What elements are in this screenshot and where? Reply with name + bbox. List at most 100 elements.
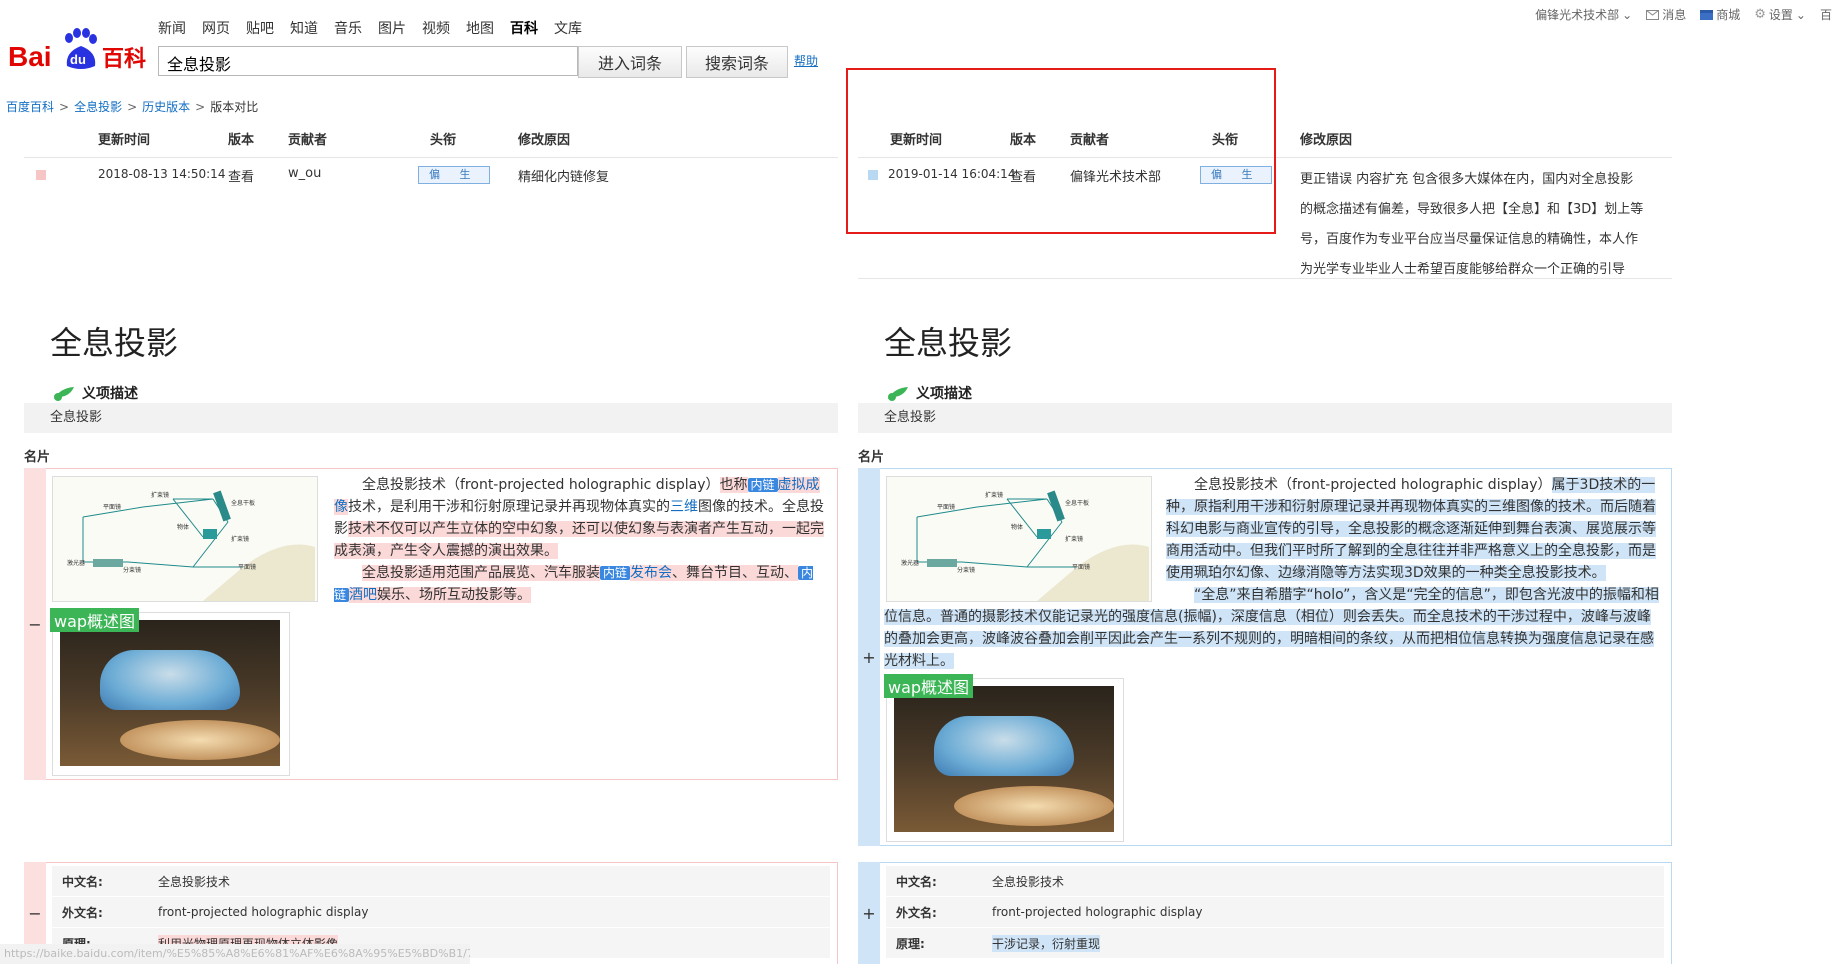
diagram-label: 扩束镜 — [985, 491, 1003, 499]
more-label: 百 — [1819, 8, 1832, 22]
highlight-box — [846, 68, 1276, 234]
info-row: 中文名: 全息投影技术 — [886, 866, 1664, 897]
diagram-label: 分束镜 — [957, 566, 975, 574]
optics-diagram-left: 平面镜 扩束镜 全息干板 物体 扩束镜 平面镜 分束镜 激光器 — [52, 476, 318, 602]
header-contributor-left: 贡献者 — [288, 133, 328, 148]
breadcrumb-baike[interactable]: 百度百科 — [6, 100, 54, 114]
info-gutter-right: + — [858, 862, 880, 964]
reason-right: 更正错误 内容扩充 包含很多大媒体在内，国内对全息投影 的概念描述有偏差，导致很多… — [1300, 165, 1680, 285]
info-row: 中文名: 全息投影技术 — [52, 866, 830, 897]
enter-entry-button[interactable]: 进入词条 — [578, 46, 682, 78]
divider — [858, 278, 1672, 279]
diagram-label: 激光器 — [901, 559, 919, 567]
nav-item-4[interactable]: 音乐 — [334, 18, 362, 38]
diagram-label: 激光器 — [67, 559, 85, 567]
info-key: 中文名: — [62, 874, 103, 889]
section-label: 义项描述 — [82, 386, 138, 402]
inner-link-tag[interactable]: 内链 — [600, 566, 631, 580]
gear-icon: ⚙ — [1754, 7, 1766, 22]
info-key: 原理: — [896, 936, 925, 951]
reason-line: 的概念描述有偏差，导致很多人把【全息】和【3D】划上等 — [1300, 202, 1644, 217]
diff-gutter-left: − — [24, 468, 46, 780]
messages-link[interactable]: 消息 — [1646, 6, 1686, 23]
nav-item-1[interactable]: 网页 — [202, 18, 230, 38]
shop-label: 商城 — [1716, 8, 1741, 22]
shop-icon — [1700, 9, 1714, 20]
info-table-right: 中文名: 全息投影技术 外文名: front-projected holographi… — [886, 866, 1664, 959]
diagram-label: 全息干板 — [1065, 499, 1089, 507]
diagram-label: 物体 — [1011, 523, 1023, 531]
shop-link[interactable]: 商城 — [1700, 6, 1740, 23]
info-row: 原理: 干涉记录，衍射重现 — [886, 928, 1664, 959]
nav-item-7[interactable]: 地图 — [466, 18, 494, 38]
car-hologram-photo — [894, 686, 1114, 832]
desc-bar-right: 全息投影 — [858, 403, 1672, 433]
logo-text-du: du — [70, 52, 86, 67]
more-link[interactable]: 百 — [1820, 6, 1832, 23]
wap-image-left: wap概述图 — [50, 608, 290, 776]
status-url-bar: https://baike.baidu.com/item/%E5%85%A8%E… — [0, 944, 470, 964]
version-color-swatch-left — [36, 170, 46, 180]
help-link[interactable]: 帮助 — [794, 52, 818, 69]
diagram-label: 扩束镜 — [151, 491, 169, 499]
info-value: 干涉记录，衍射重现 — [992, 934, 1101, 952]
search-entry-button[interactable]: 搜索词条 — [686, 46, 788, 78]
reason-left: 精细化内链修复 — [518, 170, 610, 185]
header-time-left: 更新时间 — [98, 133, 151, 148]
logo-text-bai: Bai — [8, 41, 52, 72]
info-value: 全息投影技术 — [158, 874, 231, 889]
usage-paragraph-left: 全息投影适用范围产品展览、汽车服装 内链 发布会、舞台节目、互动、 内链 酒吧娱乐、场所… — [334, 565, 814, 603]
diagram-label: 扩束镜 — [231, 535, 249, 543]
bar-link[interactable]: 酒吧 — [349, 587, 378, 603]
nav-item-5[interactable]: 图片 — [378, 18, 406, 38]
user-menu[interactable]: 偏锋光术技术部 ⌄ — [1535, 6, 1632, 23]
leaf-icon — [54, 387, 74, 401]
launch-event-link[interactable]: 发布会 — [630, 565, 673, 581]
reason-line: 号，百度作为专业平台应当尽量保证信息的精确性，本人作 — [1300, 232, 1639, 247]
top-nav: 新闻 网页 贴吧 知道 音乐 图片 视频 地图 百科 文库 — [158, 18, 582, 38]
header-reason-right: 修改原因 — [1300, 133, 1353, 148]
breadcrumb-history[interactable]: 历史版本 — [142, 100, 190, 114]
info-key: 中文名: — [896, 874, 937, 889]
nav-item-3[interactable]: 知道 — [290, 18, 318, 38]
view-version-left-link[interactable]: 查看 — [228, 166, 254, 185]
settings-label: 设置 — [1768, 8, 1793, 22]
inner-link-tag[interactable]: 内链 — [747, 478, 778, 492]
card-label-left: 名片 — [24, 450, 51, 465]
search-input[interactable]: 全息投影 — [158, 46, 578, 76]
diff-gutter-right: + — [858, 468, 880, 846]
object-block — [203, 529, 217, 539]
header-reason-left: 修改原因 — [518, 133, 571, 148]
header-version-left: 版本 — [228, 133, 255, 148]
diagram-label: 物体 — [177, 523, 189, 531]
section-title-right: 义项描述 — [886, 383, 972, 403]
breadcrumb-entry[interactable]: 全息投影 — [74, 100, 122, 114]
info-row: 外文名: front-projected holographic display — [886, 897, 1664, 928]
diagram-label: 平面镜 — [103, 503, 121, 511]
messages-label: 消息 — [1662, 8, 1687, 22]
nav-item-0[interactable]: 新闻 — [158, 18, 186, 38]
info-value: front-projected holographic display — [158, 905, 369, 919]
desc-bar-left: 全息投影 — [24, 403, 838, 433]
3d-link[interactable]: 三维 — [670, 499, 698, 515]
diagram-label: 分束镜 — [123, 566, 141, 574]
nav-item-2[interactable]: 贴吧 — [246, 18, 274, 38]
wap-overview-label: wap概述图 — [884, 674, 974, 698]
username: 偏锋光术技术部 — [1535, 8, 1620, 22]
car-hologram-photo — [60, 620, 280, 766]
settings-menu[interactable]: ⚙ 设置 ⌄ — [1754, 6, 1806, 23]
nav-item-9[interactable]: 文库 — [554, 18, 582, 38]
wap-image-right: wap概述图 — [884, 674, 1124, 842]
info-key: 外文名: — [62, 905, 103, 920]
header-title-left: 头衔 — [430, 133, 457, 148]
nav-item-6[interactable]: 视频 — [422, 18, 450, 38]
reason-line: 更正错误 内容扩充 包含很多大媒体在内，国内对全息投影 — [1300, 172, 1634, 187]
baidu-baike-logo[interactable]: Bai du 百科 — [6, 26, 146, 76]
nav-item-8[interactable]: 百科 — [510, 18, 538, 38]
entry-title-right: 全息投影 — [884, 324, 1013, 362]
intro-paragraph-right-a: 全息投影技术（front-projected holographic displ… — [1166, 477, 1656, 581]
mail-icon — [1646, 9, 1660, 20]
contributor-left-link[interactable]: w_ou — [288, 166, 321, 181]
entry-title-left: 全息投影 — [50, 324, 179, 362]
breadcrumb-current: 版本对比 — [210, 100, 259, 114]
